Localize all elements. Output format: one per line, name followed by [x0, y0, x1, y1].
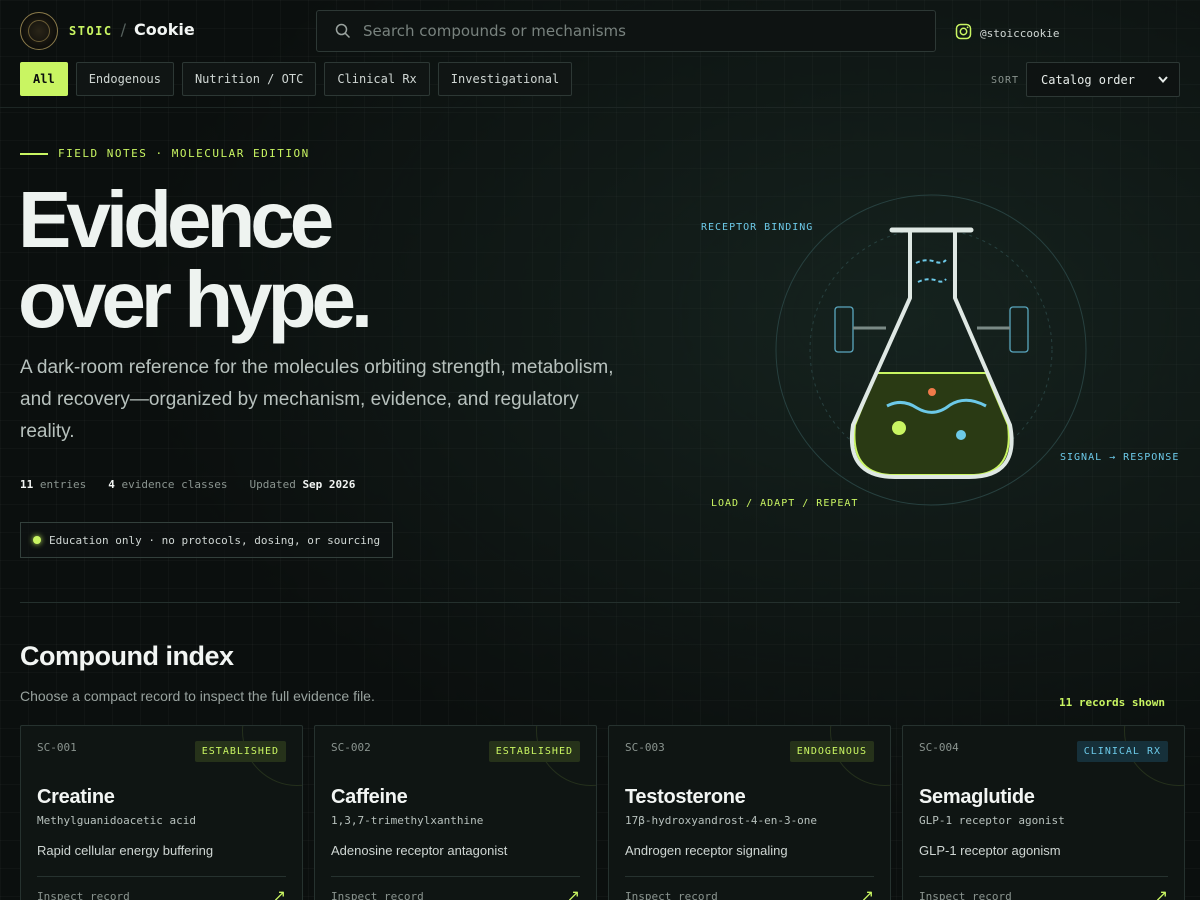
- chemical-name: Methylguanidoacetic acid: [37, 814, 196, 827]
- card-divider: [919, 876, 1168, 877]
- filter-chip-investigational[interactable]: Investigational: [437, 62, 573, 96]
- inspect-record-link[interactable]: Inspect record: [625, 890, 718, 900]
- illustration-label-signal: SIGNAL → RESPONSE: [1060, 452, 1180, 463]
- compound-name: Semaglutide: [919, 786, 1035, 808]
- top-header: STOIC / Cookie @stoiccookie All Endogeno…: [0, 0, 1200, 108]
- card-id: SC-001: [37, 741, 77, 754]
- kicker-text: FIELD NOTES · MOLECULAR EDITION: [58, 147, 310, 160]
- arrow-up-right-icon[interactable]: ↗: [273, 886, 286, 900]
- mechanism: Androgen receptor signaling: [625, 843, 788, 858]
- mechanism: Rapid cellular energy buffering: [37, 843, 214, 858]
- brand-separator: /: [120, 20, 127, 39]
- section-divider: [20, 602, 1180, 603]
- search-input[interactable]: [363, 22, 923, 40]
- stat-entries: 11 entries: [20, 478, 87, 491]
- hero-illustration: RECEPTOR BINDING SIGNAL → RESPONSE LOAD …: [690, 180, 1200, 520]
- compound-name: Creatine: [37, 786, 115, 808]
- compound-card[interactable]: SC-003 ENDOGENOUS Testosterone 17β-hydro…: [608, 725, 891, 900]
- compound-name: Testosterone: [625, 786, 746, 808]
- brand-name: Cookie: [134, 20, 195, 39]
- filter-chip-all[interactable]: All: [20, 62, 68, 96]
- filter-chip-nutrition-otc[interactable]: Nutrition / OTC: [181, 62, 317, 96]
- compound-card[interactable]: SC-004 CLINICAL RX Semaglutide GLP-1 rec…: [902, 725, 1185, 900]
- illustration-label-load: LOAD / ADAPT / REPEAT: [711, 498, 859, 509]
- compound-card-list: SC-001 ESTABLISHED Creatine Methylguanid…: [20, 725, 1185, 900]
- social-link[interactable]: @stoiccookie: [955, 23, 1059, 44]
- inspect-record-link[interactable]: Inspect record: [331, 890, 424, 900]
- social-handle: @stoiccookie: [980, 27, 1060, 40]
- hero-stats: 11 entries 4 evidence classes Updated Se…: [20, 478, 355, 491]
- kicker-line: [20, 152, 48, 155]
- evidence-badge: ENDOGENOUS: [789, 741, 874, 762]
- evidence-badge: ESTABLISHED: [488, 741, 580, 762]
- sort-label: SORT: [991, 75, 1020, 86]
- mechanism: Adenosine receptor antagonist: [331, 843, 508, 858]
- disclaimer-text: Education only · no protocols, dosing, o…: [49, 533, 381, 547]
- filter-chips: All Endogenous Nutrition / OTC Clinical …: [20, 62, 573, 96]
- filter-chip-endogenous[interactable]: Endogenous: [75, 62, 174, 96]
- arrow-up-right-icon[interactable]: ↗: [1155, 886, 1168, 900]
- index-subtitle: Choose a compact record to inspect the f…: [20, 688, 375, 704]
- status-dot-icon: [33, 536, 41, 544]
- card-divider: [37, 876, 286, 877]
- search-icon: [323, 11, 363, 51]
- chevron-down-icon: [1157, 70, 1169, 89]
- inspect-record-link[interactable]: Inspect record: [37, 890, 130, 900]
- illustration-label-receptor: RECEPTOR BINDING: [701, 222, 814, 233]
- stat-evidence-classes: 4 evidence classes: [108, 478, 228, 491]
- card-id: SC-002: [331, 741, 371, 754]
- sort-value: Catalog order: [1041, 72, 1135, 87]
- card-id: SC-004: [919, 741, 959, 754]
- compound-name: Caffeine: [331, 786, 408, 808]
- filter-chip-clinical-rx[interactable]: Clinical Rx: [324, 62, 430, 96]
- brand-wordmark[interactable]: STOIC / Cookie: [69, 20, 195, 39]
- chemical-name: 17β-hydroxyandrost-4-en-3-one: [625, 814, 818, 827]
- hero-kicker: FIELD NOTES · MOLECULAR EDITION: [20, 147, 310, 160]
- search-bar[interactable]: [316, 10, 936, 52]
- hero-subtitle: A dark-room reference for the molecules …: [20, 357, 614, 442]
- hero-title-line-2: over hype.: [18, 255, 373, 344]
- evidence-badge: ESTABLISHED: [194, 741, 286, 762]
- chemical-name: 1,3,7-trimethylxanthine: [331, 814, 484, 827]
- hero-title-line-1: Evidence: [18, 175, 334, 264]
- education-disclaimer: Education only · no protocols, dosing, o…: [20, 522, 394, 558]
- brand-prefix: STOIC: [69, 24, 113, 38]
- records-count: 11 records shown: [1059, 696, 1165, 709]
- stat-updated: Updated Sep 2026: [249, 478, 356, 491]
- compound-card[interactable]: SC-002 ESTABLISHED Caffeine 1,3,7-trimet…: [314, 725, 597, 900]
- index-title: Compound index: [20, 641, 234, 671]
- evidence-badge: CLINICAL RX: [1076, 741, 1168, 762]
- inspect-record-link[interactable]: Inspect record: [919, 890, 1012, 900]
- mechanism: GLP-1 receptor agonism: [919, 843, 1061, 858]
- card-divider: [331, 876, 580, 877]
- hero-title: Evidence over hype.: [18, 175, 373, 344]
- instagram-icon: [955, 23, 972, 44]
- brand-logo-icon[interactable]: [20, 12, 58, 50]
- arrow-up-right-icon[interactable]: ↗: [861, 886, 874, 900]
- chemical-name: GLP-1 receptor agonist: [919, 814, 1065, 827]
- card-divider: [625, 876, 874, 877]
- card-id: SC-003: [625, 741, 665, 754]
- sort-select[interactable]: Catalog order: [1026, 62, 1180, 97]
- compound-card[interactable]: SC-001 ESTABLISHED Creatine Methylguanid…: [20, 725, 303, 900]
- arrow-up-right-icon[interactable]: ↗: [567, 886, 580, 900]
